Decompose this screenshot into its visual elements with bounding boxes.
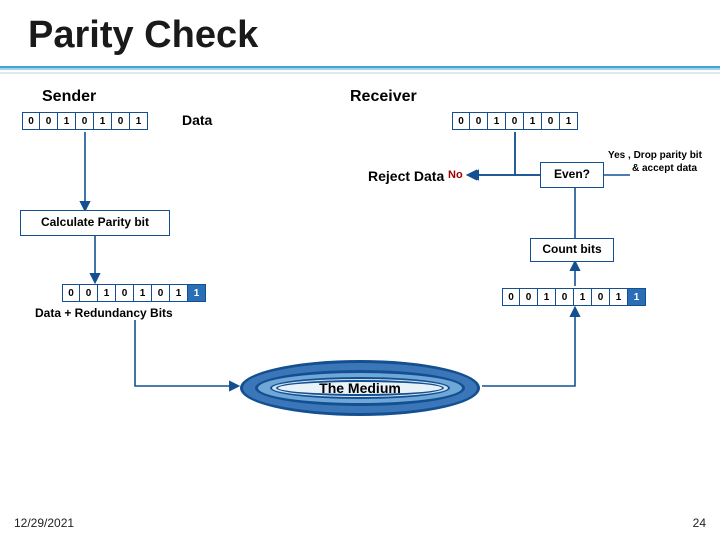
bit-cell: 0 <box>542 112 560 130</box>
bit-cell: 1 <box>58 112 76 130</box>
bit-cell: 0 <box>452 112 470 130</box>
bit-cell: 1 <box>170 284 188 302</box>
bit-cell: 0 <box>76 112 94 130</box>
bit-cell: 1 <box>134 284 152 302</box>
bit-cell: 0 <box>502 288 520 306</box>
bit-cell: 0 <box>40 112 58 130</box>
sender-bit-row: 0010101 <box>22 112 148 130</box>
bit-cell: 1 <box>524 112 542 130</box>
bit-cell: 0 <box>62 284 80 302</box>
bit-cell: 0 <box>506 112 524 130</box>
bit-cell: 0 <box>22 112 40 130</box>
bit-cell: 1 <box>560 112 578 130</box>
bit-cell: 1 <box>98 284 116 302</box>
bit-cell: 1 <box>574 288 592 306</box>
the-medium-label: The Medium <box>319 380 401 396</box>
bit-cell: 0 <box>152 284 170 302</box>
bit-cell: 0 <box>592 288 610 306</box>
yes-line1: Yes , Drop parity bit <box>608 150 702 161</box>
bit-cell: 0 <box>556 288 574 306</box>
arrow-layer <box>0 0 720 540</box>
bit-cell: 0 <box>470 112 488 130</box>
yes-line2: & accept data <box>632 163 697 174</box>
data-label: Data <box>182 112 212 128</box>
the-medium-oval: The Medium <box>240 360 480 416</box>
sender-label: Sender <box>42 88 96 106</box>
bit-cell: 0 <box>80 284 98 302</box>
bit-cell: 0 <box>112 112 130 130</box>
bit-cell: 0 <box>520 288 538 306</box>
bit-cell: 1 <box>628 288 646 306</box>
receiver-bit-row: 0010101 <box>452 112 578 130</box>
bit-cell: 1 <box>188 284 206 302</box>
bit-cell: 1 <box>130 112 148 130</box>
bit-cell: 1 <box>488 112 506 130</box>
bit-cell: 1 <box>610 288 628 306</box>
bit-cell: 1 <box>94 112 112 130</box>
redundancy-label: Data + Redundancy Bits <box>35 306 173 320</box>
reject-data-label: Reject Data <box>368 168 444 184</box>
count-bits-box: Count bits <box>530 238 614 262</box>
calc-parity-box: Calculate Parity bit <box>20 210 170 236</box>
bit-cell: 1 <box>538 288 556 306</box>
no-label: No <box>448 169 463 181</box>
even-check-box: Even? <box>540 162 604 188</box>
bit-cell: 0 <box>116 284 134 302</box>
receiver-label: Receiver <box>350 88 417 106</box>
receiver-redundant-row: 00101011 <box>502 288 646 306</box>
sender-redundant-row: 00101011 <box>62 284 206 302</box>
